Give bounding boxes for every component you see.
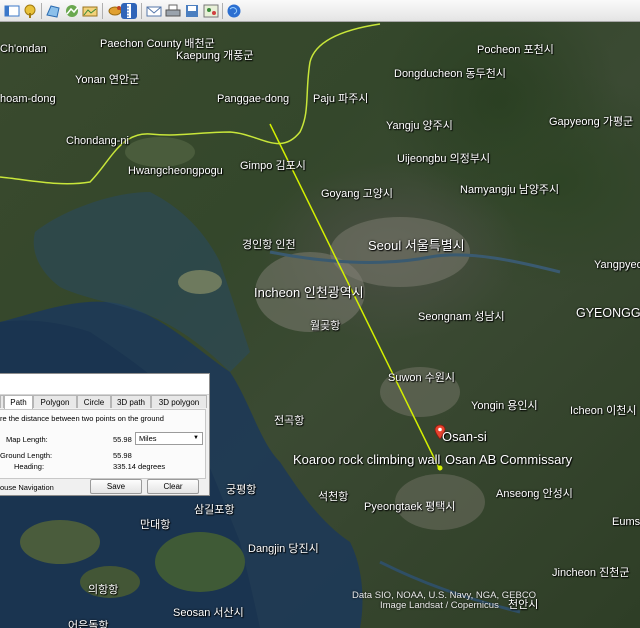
place-uijeongbu[interactable]: Uijeongbu 의정부시 [397, 153, 490, 165]
globe-icon[interactable] [226, 3, 242, 19]
tab-3d-polygon[interactable]: 3D polygon [151, 395, 207, 408]
email-icon[interactable] [146, 3, 162, 19]
tab-circle[interactable]: Circle [77, 395, 111, 408]
place-hoam[interactable]: hoam-dong [0, 93, 56, 105]
place-mandae[interactable]: 만대항 [140, 519, 170, 531]
place-gungpyeong[interactable]: 궁평항 [226, 484, 256, 496]
place-yonan[interactable]: Yonan 연안군 [75, 74, 139, 86]
place-kaepung[interactable]: Kaepung 개풍군 [176, 50, 253, 62]
ruler-icon[interactable] [121, 3, 137, 19]
poi-osan-ab[interactable]: Osan AB Commissary [445, 453, 572, 466]
place-paechon[interactable]: Paechon County 배천군 [100, 38, 215, 50]
place-wolgot[interactable]: 월곶항 [310, 320, 340, 332]
toolbar [0, 0, 640, 22]
place-yangpyeong[interactable]: Yangpyeo [594, 259, 640, 271]
tab-polygon[interactable]: Polygon [33, 395, 77, 408]
add-placemark-icon[interactable] [22, 3, 38, 19]
save-image-icon[interactable] [184, 3, 200, 19]
place-dongducheon[interactable]: Dongducheon 동두천시 [394, 68, 506, 80]
place-yangju[interactable]: Yangju 양주시 [386, 120, 453, 132]
place-icheon[interactable]: Icheon 이천시 [570, 405, 636, 417]
place-anseong[interactable]: Anseong 안성시 [496, 488, 573, 500]
heading-value: 335.14 degrees [113, 462, 166, 471]
place-gapyeong[interactable]: Gapyeong 가평군 [549, 116, 633, 128]
ground-length-value: 55.98 [113, 451, 132, 460]
place-uihang[interactable]: 의항항 [88, 584, 118, 596]
ruler-titlebar[interactable] [0, 374, 209, 395]
place-panggae[interactable]: Panggae-dong [217, 93, 289, 105]
ruler-panel: re the distance between two points on th… [0, 409, 206, 479]
place-seosan[interactable]: Seosan 서산시 [173, 607, 244, 619]
add-polygon-icon[interactable] [45, 3, 61, 19]
place-namyangju[interactable]: Namyangju 남양주시 [460, 184, 559, 196]
place-sokcho[interactable]: 석천항 [318, 491, 348, 503]
place-goyang[interactable]: Goyang 고양시 [321, 188, 393, 200]
chevron-down-icon: ▼ [193, 435, 199, 441]
units-value: Miles [139, 434, 157, 443]
ruler-tabs: Path Polygon Circle 3D path 3D polygon [0, 395, 209, 409]
units-select[interactable]: Miles ▼ [135, 432, 203, 445]
tab-3d-path[interactable]: 3D path [111, 395, 151, 408]
place-seongnam[interactable]: Seongnam 성남시 [418, 311, 505, 323]
poi-koaroo[interactable]: Koaroo rock climbing wall [293, 453, 440, 466]
place-pyeongtaek[interactable]: Pyeongtaek 평택시 [364, 501, 456, 513]
map-length-label: Map Length: [6, 435, 48, 444]
place-yongin[interactable]: Yongin 용인시 [471, 400, 538, 412]
map-view[interactable]: Ch'ondan Paechon County 배천군 Kaepung 개풍군 … [0, 22, 640, 628]
hide-sidebar-icon[interactable] [4, 3, 20, 19]
map-length-value: 55.98 [113, 435, 132, 444]
place-gimpo[interactable]: Gimpo 김포시 [240, 160, 306, 172]
mouse-navigation-checkbox[interactable]: ouse Navigation [0, 483, 54, 492]
place-seoul[interactable]: Seoul 서울특별시 [368, 239, 465, 252]
place-eoeun[interactable]: 어은돌항 [68, 620, 108, 628]
place-samgilpo[interactable]: 삼길포항 [194, 504, 234, 516]
place-incheon[interactable]: Incheon 인천광역시 [254, 286, 364, 299]
place-gyeonggi[interactable]: GYEONGGI [576, 307, 640, 320]
place-chondan[interactable]: Ch'ondan [0, 43, 47, 55]
heading-label: Heading: [14, 462, 45, 471]
tab-path[interactable]: Path [4, 395, 33, 409]
place-hwangcheong[interactable]: Hwangcheongpogu [128, 165, 223, 177]
place-suwon[interactable]: Suwon 수원시 [388, 372, 455, 384]
add-image-overlay-icon[interactable] [82, 3, 98, 19]
place-jeongok[interactable]: 전곡항 [274, 415, 304, 427]
view-in-maps-icon[interactable] [203, 3, 219, 19]
clear-button[interactable]: Clear [147, 479, 199, 494]
place-incheon-airport[interactable]: 경인항 인천 [242, 239, 296, 251]
attribution-image: Image Landsat / Copernicus [380, 600, 499, 611]
place-pocheon[interactable]: Pocheon 포천시 [477, 44, 554, 56]
ground-length-label: Ground Length: [0, 451, 53, 460]
print-icon[interactable] [165, 3, 181, 19]
place-jincheon[interactable]: Jincheon 진천군 [552, 567, 629, 579]
place-paju[interactable]: Paju 파주시 [313, 93, 368, 105]
ruler-instruction: re the distance between two points on th… [0, 414, 164, 423]
save-button[interactable]: Save [90, 479, 142, 494]
place-dangjin[interactable]: Dangjin 당진시 [248, 543, 319, 555]
place-eums[interactable]: Eums [612, 516, 640, 528]
add-path-icon[interactable] [64, 3, 80, 19]
place-chondang[interactable]: Chondang-ni [66, 135, 129, 147]
place-osan[interactable]: Osan-si [442, 430, 487, 443]
ruler-dialog: Path Polygon Circle 3D path 3D polygon r… [0, 373, 210, 496]
